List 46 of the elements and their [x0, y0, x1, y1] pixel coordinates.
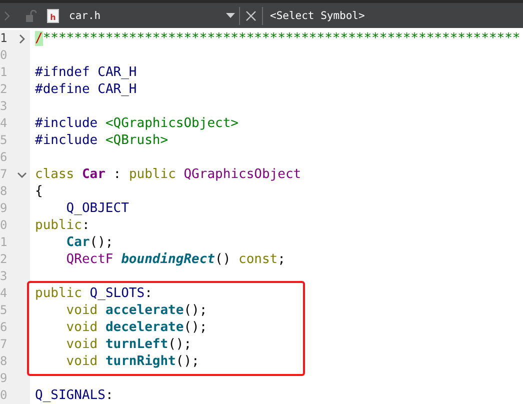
- line-number: 0: [0, 217, 8, 234]
- code-line: void turnLeft();: [65, 336, 192, 353]
- code-line: #define CAR_H: [34, 81, 137, 98]
- code-line: void turnRight();: [65, 353, 200, 370]
- code-line: #ifndef CAR_H: [34, 64, 137, 81]
- line-number: 1: [0, 234, 8, 251]
- line-number: 3: [0, 98, 8, 115]
- chevron-down-icon[interactable]: [17, 170, 27, 180]
- code-line: void accelerate();: [65, 302, 208, 319]
- code-line: #include <QBrush>: [34, 132, 168, 149]
- line-number: 8: [0, 183, 8, 200]
- dropdown-caret-icon[interactable]: [226, 13, 235, 18]
- line-number: 9: [0, 200, 8, 217]
- line-number: 6: [0, 319, 8, 336]
- code-line: public Q_SLOTS:: [34, 285, 152, 302]
- symbol-selector[interactable]: <Select Symbol>: [270, 10, 365, 22]
- line-number: 7: [0, 336, 8, 353]
- line-number: 5: [0, 302, 8, 319]
- line-number: 4: [0, 115, 8, 132]
- line-number: 5: [0, 132, 8, 149]
- line-number: 4: [0, 285, 8, 302]
- code-line: #include <QGraphicsObject>: [34, 115, 239, 132]
- code-line: Q_SIGNALS:: [34, 387, 114, 404]
- code-line: public:: [34, 217, 90, 234]
- line-number: 1: [0, 30, 8, 47]
- line-number: 8: [0, 353, 8, 370]
- line-number: 1: [0, 64, 8, 81]
- code-line: Car();: [65, 234, 114, 251]
- line-number: 2: [0, 251, 8, 268]
- code-line: /*************************************************************: [34, 30, 520, 47]
- line-number: 2: [0, 81, 8, 98]
- line-number: 0: [0, 47, 8, 64]
- code-line: {: [34, 183, 43, 200]
- code-line: QRectF boundingRect() const;: [65, 251, 286, 268]
- file-name[interactable]: car.h: [69, 10, 226, 22]
- close-icon[interactable]: [246, 10, 256, 20]
- header-file-icon: h: [47, 8, 59, 22]
- code-line: Q_OBJECT: [65, 200, 129, 217]
- line-number: 6: [0, 149, 8, 166]
- code-line: void decelerate();: [65, 319, 208, 336]
- line-number: 9: [0, 370, 8, 387]
- line-number: 3: [0, 268, 8, 285]
- code-line: class Car : public QGraphicsObject: [34, 166, 302, 183]
- line-number: 0: [0, 387, 8, 404]
- line-number: 7: [0, 166, 8, 183]
- chevron-right-icon[interactable]: [17, 34, 27, 44]
